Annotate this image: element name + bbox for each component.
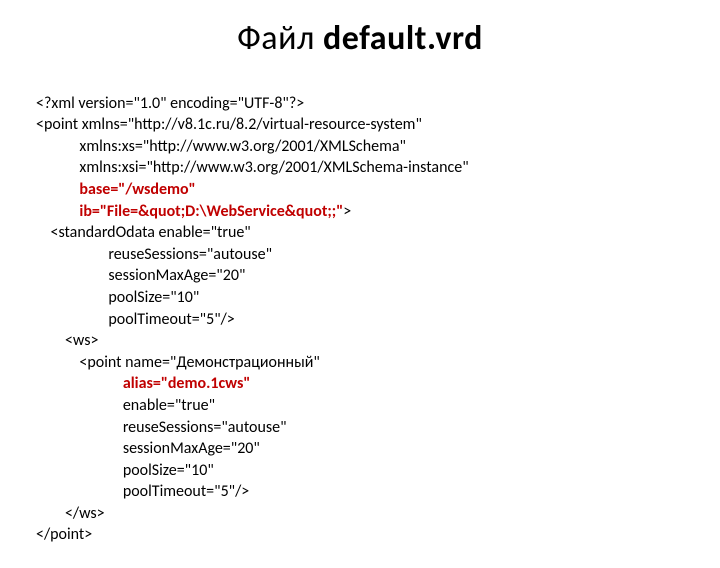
- code-line-highlight-ib: ib="File=&quot;D:\WebService&quot;;": [36, 202, 343, 221]
- title-prefix: Файл: [237, 18, 323, 59]
- code-line: enable="true": [36, 396, 215, 415]
- code-line: poolSize="10": [36, 461, 214, 480]
- code-line: <point name="Демонстрационный": [36, 353, 320, 372]
- code-line-highlight-base: base="/wsdemo": [36, 180, 196, 199]
- code-line: sessionMaxAge="20": [36, 439, 260, 458]
- title-filename: default.vrd: [323, 18, 483, 59]
- code-line: poolTimeout="5"/>: [36, 310, 235, 329]
- xml-listing: <?xml version="1.0" encoding="UTF-8"?> <…: [36, 71, 684, 568]
- code-line: <ws>: [36, 331, 98, 350]
- code-line: >: [343, 202, 351, 221]
- code-line: <standardOdata enable="true": [36, 223, 251, 242]
- code-line: reuseSessions="autouse": [36, 245, 272, 264]
- code-line: xmlns:xsi="http://www.w3.org/2001/XMLSch…: [36, 158, 469, 177]
- code-line: <?xml version="1.0" encoding="UTF-8"?>: [36, 94, 304, 113]
- code-line: <point xmlns="http://v8.1c.ru/8.2/virtua…: [36, 115, 422, 134]
- code-line: poolTimeout="5"/>: [36, 482, 249, 501]
- code-line-highlight-alias: alias="demo.1cws": [36, 374, 250, 393]
- slide: Файл default.vrd <?xml version="1.0" enc…: [0, 0, 720, 540]
- code-line: </point>: [36, 525, 92, 544]
- code-line: sessionMaxAge="20": [36, 266, 245, 285]
- code-line: </ws>: [36, 504, 105, 523]
- code-line: xmlns:xs="http://www.w3.org/2001/XMLSche…: [36, 137, 406, 156]
- code-line: reuseSessions="autouse": [36, 418, 287, 437]
- code-line: poolSize="10": [36, 288, 199, 307]
- page-title: Файл default.vrd: [36, 18, 684, 59]
